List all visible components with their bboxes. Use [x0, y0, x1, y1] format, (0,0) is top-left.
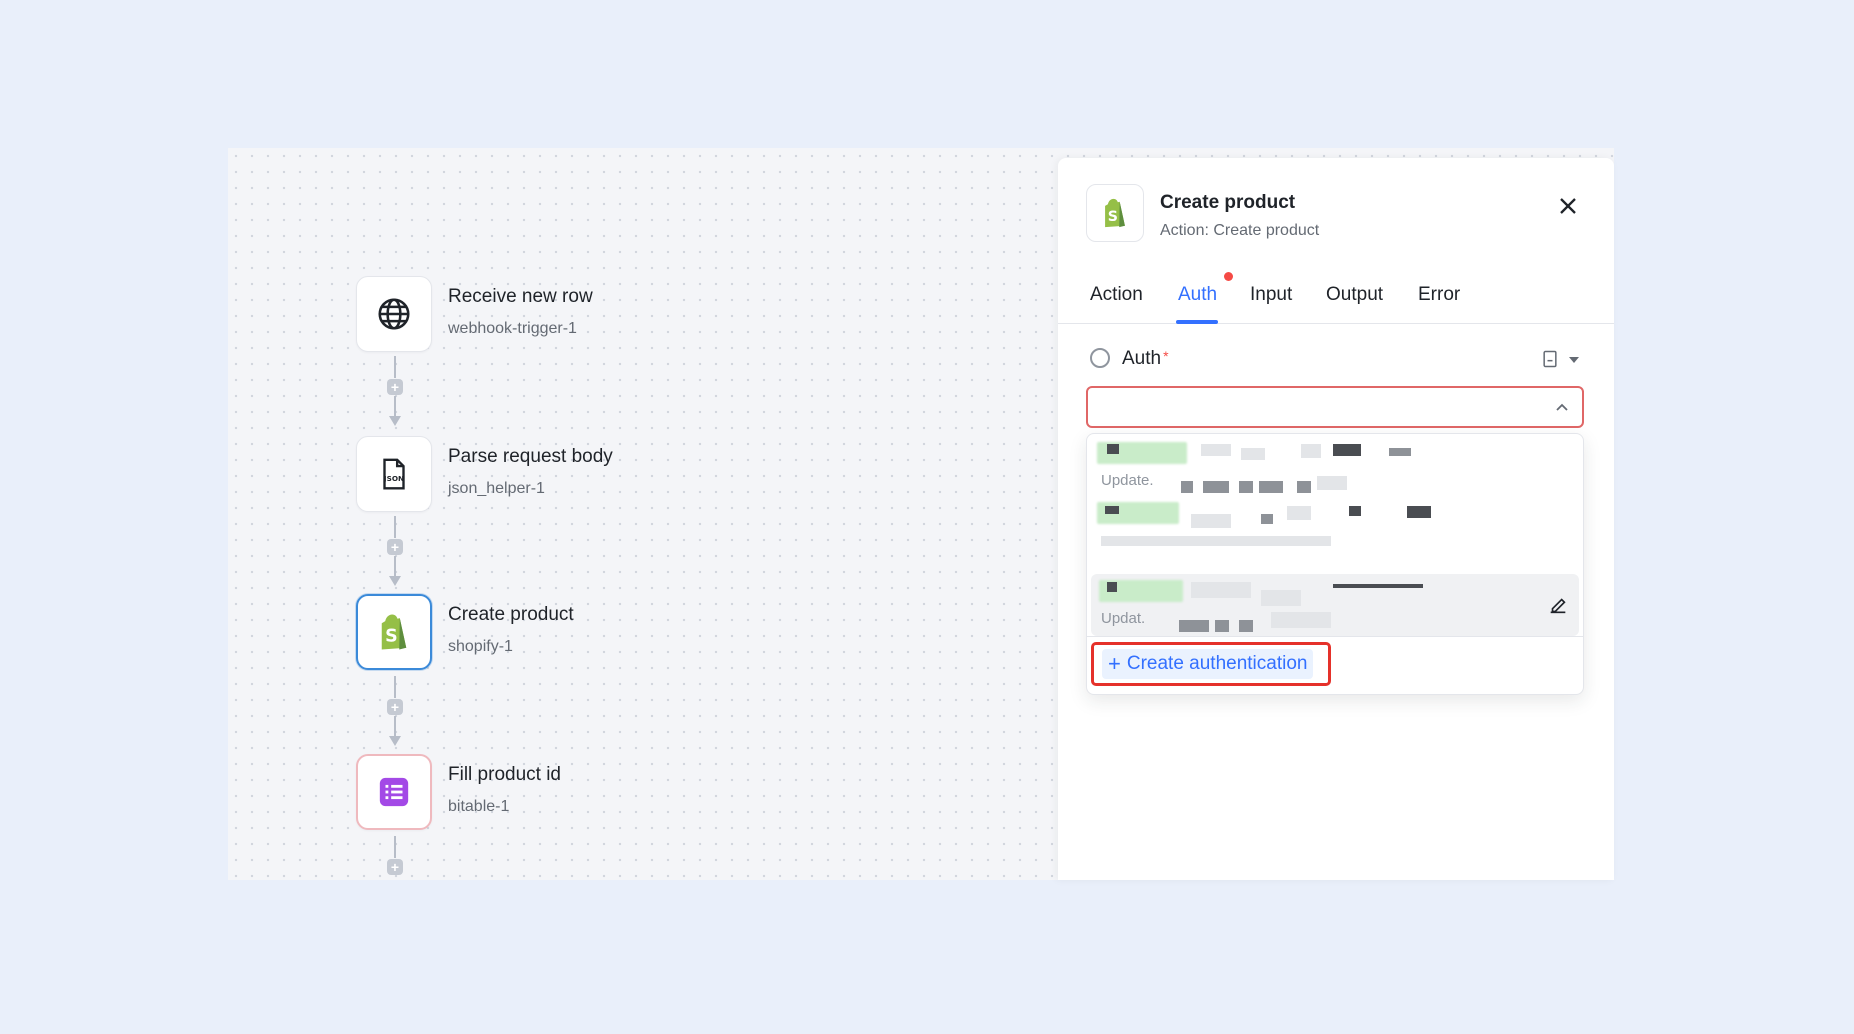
auth-options-menu[interactable] [1540, 348, 1584, 370]
node-title: Create product [448, 604, 574, 625]
required-mark: * [1163, 348, 1169, 364]
auth-error-dot [1224, 272, 1233, 281]
node-title: Receive new row [448, 286, 593, 307]
plus-icon: + [1108, 651, 1121, 676]
connector-line [394, 716, 396, 738]
workflow-node-fill-product-id[interactable]: Fill product id bitable-1 [356, 754, 956, 834]
node-subtitle: bitable-1 [448, 798, 510, 815]
node-icon-box[interactable] [356, 276, 432, 352]
node-icon-box[interactable] [356, 754, 432, 830]
node-title: Parse request body [448, 446, 613, 467]
node-subtitle: webhook-trigger-1 [448, 320, 577, 337]
add-step-button[interactable]: + [387, 379, 403, 395]
bookmark-icon [1543, 350, 1557, 368]
panel-title: Create product [1160, 192, 1296, 213]
node-icon-box[interactable]: S [356, 594, 432, 670]
connector-line [394, 356, 396, 378]
workflow-node-receive-new-row[interactable]: Receive new row webhook-trigger-1 [356, 276, 956, 356]
svg-text:JSON: JSON [383, 474, 404, 483]
add-step-button[interactable]: + [387, 859, 403, 875]
auth-radio[interactable] [1090, 348, 1110, 368]
node-subtitle: json_helper-1 [448, 480, 545, 497]
node-subtitle: shopify-1 [448, 638, 513, 655]
tab-error[interactable]: Error [1418, 284, 1460, 306]
svg-text:S: S [1108, 209, 1118, 225]
active-tab-indicator [1176, 320, 1218, 324]
connector-line [394, 836, 396, 858]
add-step-button[interactable]: + [387, 699, 403, 715]
connector-line [394, 556, 396, 578]
create-authentication-button[interactable]: + Create authentication [1091, 642, 1331, 686]
connector-line [394, 676, 396, 698]
auth-option[interactable] [1091, 500, 1579, 562]
auth-select[interactable] [1086, 386, 1584, 428]
panel-tabs: Action Auth Input Output Error [1058, 266, 1614, 324]
add-step-button[interactable]: + [387, 539, 403, 555]
connector-arrow-icon [389, 736, 401, 746]
close-button[interactable] [1554, 192, 1582, 220]
globe-icon [378, 298, 410, 330]
tab-action[interactable]: Action [1090, 284, 1143, 306]
workflow-node-create-product[interactable]: S Create product shopify-1 [356, 594, 956, 674]
edit-icon[interactable] [1547, 594, 1569, 616]
chevron-up-icon [1556, 403, 1568, 411]
auth-option-meta: Updat. [1101, 610, 1146, 627]
connector-arrow-icon [389, 576, 401, 586]
tab-input[interactable]: Input [1250, 284, 1292, 306]
json-file-icon: JSON [383, 458, 405, 490]
node-title: Fill product id [448, 764, 561, 785]
panel-subtitle: Action: Create product [1160, 222, 1320, 239]
panel-app-icon: S [1086, 184, 1144, 242]
svg-text:S: S [385, 627, 398, 647]
connector-line [394, 516, 396, 538]
shopify-icon: S [381, 614, 407, 650]
auth-option[interactable]: Updat. [1091, 574, 1579, 636]
auth-option-meta: Update. [1101, 472, 1154, 489]
auth-dropdown: Update. Updat. + Create authentication [1086, 433, 1584, 695]
bitable-icon [379, 777, 409, 807]
auth-option[interactable]: Update. [1091, 436, 1579, 498]
create-authentication-label-wrap: + Create authentication [1102, 649, 1314, 679]
workflow-node-parse-request-body[interactable]: JSON Parse request body json_helper-1 [356, 436, 956, 516]
close-icon [1560, 198, 1576, 214]
caret-down-icon [1569, 357, 1579, 363]
create-authentication-label: Create authentication [1126, 653, 1308, 674]
auth-field-label: Auth * [1122, 348, 1169, 370]
auth-label-text: Auth [1122, 348, 1162, 369]
node-detail-panel: S Create product Action: Create product … [1058, 158, 1614, 880]
tab-output[interactable]: Output [1326, 284, 1383, 306]
node-icon-box[interactable]: JSON [356, 436, 432, 512]
connector-arrow-icon [389, 416, 401, 426]
dropdown-divider [1087, 636, 1583, 637]
shopify-icon: S [1105, 198, 1125, 228]
tab-auth[interactable]: Auth [1178, 284, 1217, 306]
connector-line [394, 396, 396, 418]
